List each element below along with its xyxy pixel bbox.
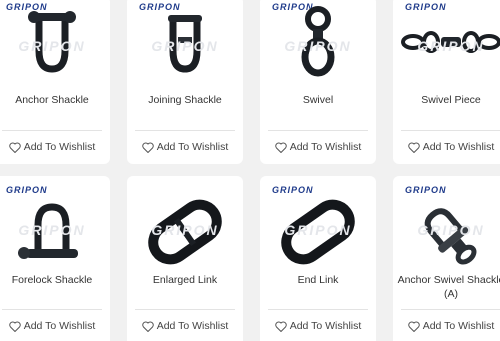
add-to-wishlist-button[interactable]: Add To Wishlist — [127, 320, 243, 332]
watermark: GRIPON — [151, 222, 219, 238]
heart-icon — [274, 142, 287, 153]
product-title[interactable]: Enlarged Link — [127, 273, 243, 287]
add-to-wishlist-button[interactable]: Add To Wishlist — [260, 320, 376, 332]
heart-icon — [274, 321, 287, 332]
product-title[interactable]: End Link — [260, 273, 376, 287]
divider — [2, 130, 102, 131]
heart-icon — [407, 142, 420, 153]
product-title[interactable]: Swivel Piece — [393, 93, 500, 107]
divider — [268, 309, 368, 310]
product-card[interactable]: GRIPON GRIPON End Link Add To Wishlist — [260, 176, 376, 341]
product-title[interactable]: Joining Shackle — [127, 93, 243, 107]
watermark: GRIPON — [284, 38, 352, 54]
watermark: GRIPON — [284, 222, 352, 238]
divider — [268, 130, 368, 131]
divider — [135, 309, 235, 310]
watermark: GRIPON — [18, 38, 86, 54]
product-title[interactable]: Anchor Swivel Shackle (A) — [393, 273, 500, 301]
wishlist-label: Add To Wishlist — [156, 320, 229, 332]
divider — [135, 130, 235, 131]
add-to-wishlist-button[interactable]: Add To Wishlist — [393, 141, 500, 153]
product-grid: GRIPON GRIPON Anchor Shackle Add To Wish… — [0, 0, 500, 341]
wishlist-label: Add To Wishlist — [23, 320, 96, 332]
product-card[interactable]: GRIPON GRIPON Anchor Shackle Add To Wish… — [0, 0, 110, 164]
heart-icon — [8, 142, 21, 153]
heart-icon — [8, 321, 21, 332]
product-title[interactable]: Anchor Shackle — [0, 93, 110, 107]
wishlist-label: Add To Wishlist — [422, 141, 495, 153]
product-card[interactable]: GRIPON GRIPON Swivel Piece Add To Wishli… — [393, 0, 500, 164]
product-card[interactable]: GRIPON Enlarged Link Add To Wishlist — [127, 176, 243, 341]
product-card[interactable]: GRIPON GRIPON Swivel Add To Wishlist — [260, 0, 376, 164]
add-to-wishlist-button[interactable]: Add To Wishlist — [393, 320, 500, 332]
product-card[interactable]: GRIPON GRIPON Anchor Swivel Shackle (A) … — [393, 176, 500, 341]
wishlist-label: Add To Wishlist — [289, 141, 362, 153]
swivel-piece-icon: GRIPON — [393, 2, 500, 82]
enlarged-link-icon: GRIPON — [127, 192, 243, 272]
joining-shackle-icon: GRIPON — [127, 2, 243, 82]
forelock-shackle-icon: GRIPON — [0, 192, 110, 272]
watermark: GRIPON — [18, 222, 86, 238]
wishlist-label: Add To Wishlist — [289, 320, 362, 332]
anchor-swivel-shackle-icon: GRIPON — [393, 192, 500, 272]
anchor-shackle-icon: GRIPON — [0, 2, 110, 82]
end-link-icon: GRIPON — [260, 192, 376, 272]
product-card[interactable]: GRIPON GRIPON Joining Shackle Add To Wis… — [127, 0, 243, 164]
wishlist-label: Add To Wishlist — [23, 141, 96, 153]
heart-icon — [141, 142, 154, 153]
watermark: GRIPON — [417, 222, 485, 238]
divider — [401, 130, 500, 131]
add-to-wishlist-button[interactable]: Add To Wishlist — [0, 320, 110, 332]
product-card[interactable]: GRIPON GRIPON Forelock Shackle Add To Wi… — [0, 176, 110, 341]
wishlist-label: Add To Wishlist — [156, 141, 229, 153]
watermark: GRIPON — [417, 38, 485, 54]
heart-icon — [141, 321, 154, 332]
add-to-wishlist-button[interactable]: Add To Wishlist — [260, 141, 376, 153]
watermark: GRIPON — [151, 38, 219, 54]
product-title[interactable]: Forelock Shackle — [0, 273, 110, 287]
wishlist-label: Add To Wishlist — [422, 320, 495, 332]
add-to-wishlist-button[interactable]: Add To Wishlist — [0, 141, 110, 153]
divider — [2, 309, 102, 310]
swivel-icon: GRIPON — [260, 2, 376, 82]
heart-icon — [407, 321, 420, 332]
divider — [401, 309, 500, 310]
product-title[interactable]: Swivel — [260, 93, 376, 107]
add-to-wishlist-button[interactable]: Add To Wishlist — [127, 141, 243, 153]
